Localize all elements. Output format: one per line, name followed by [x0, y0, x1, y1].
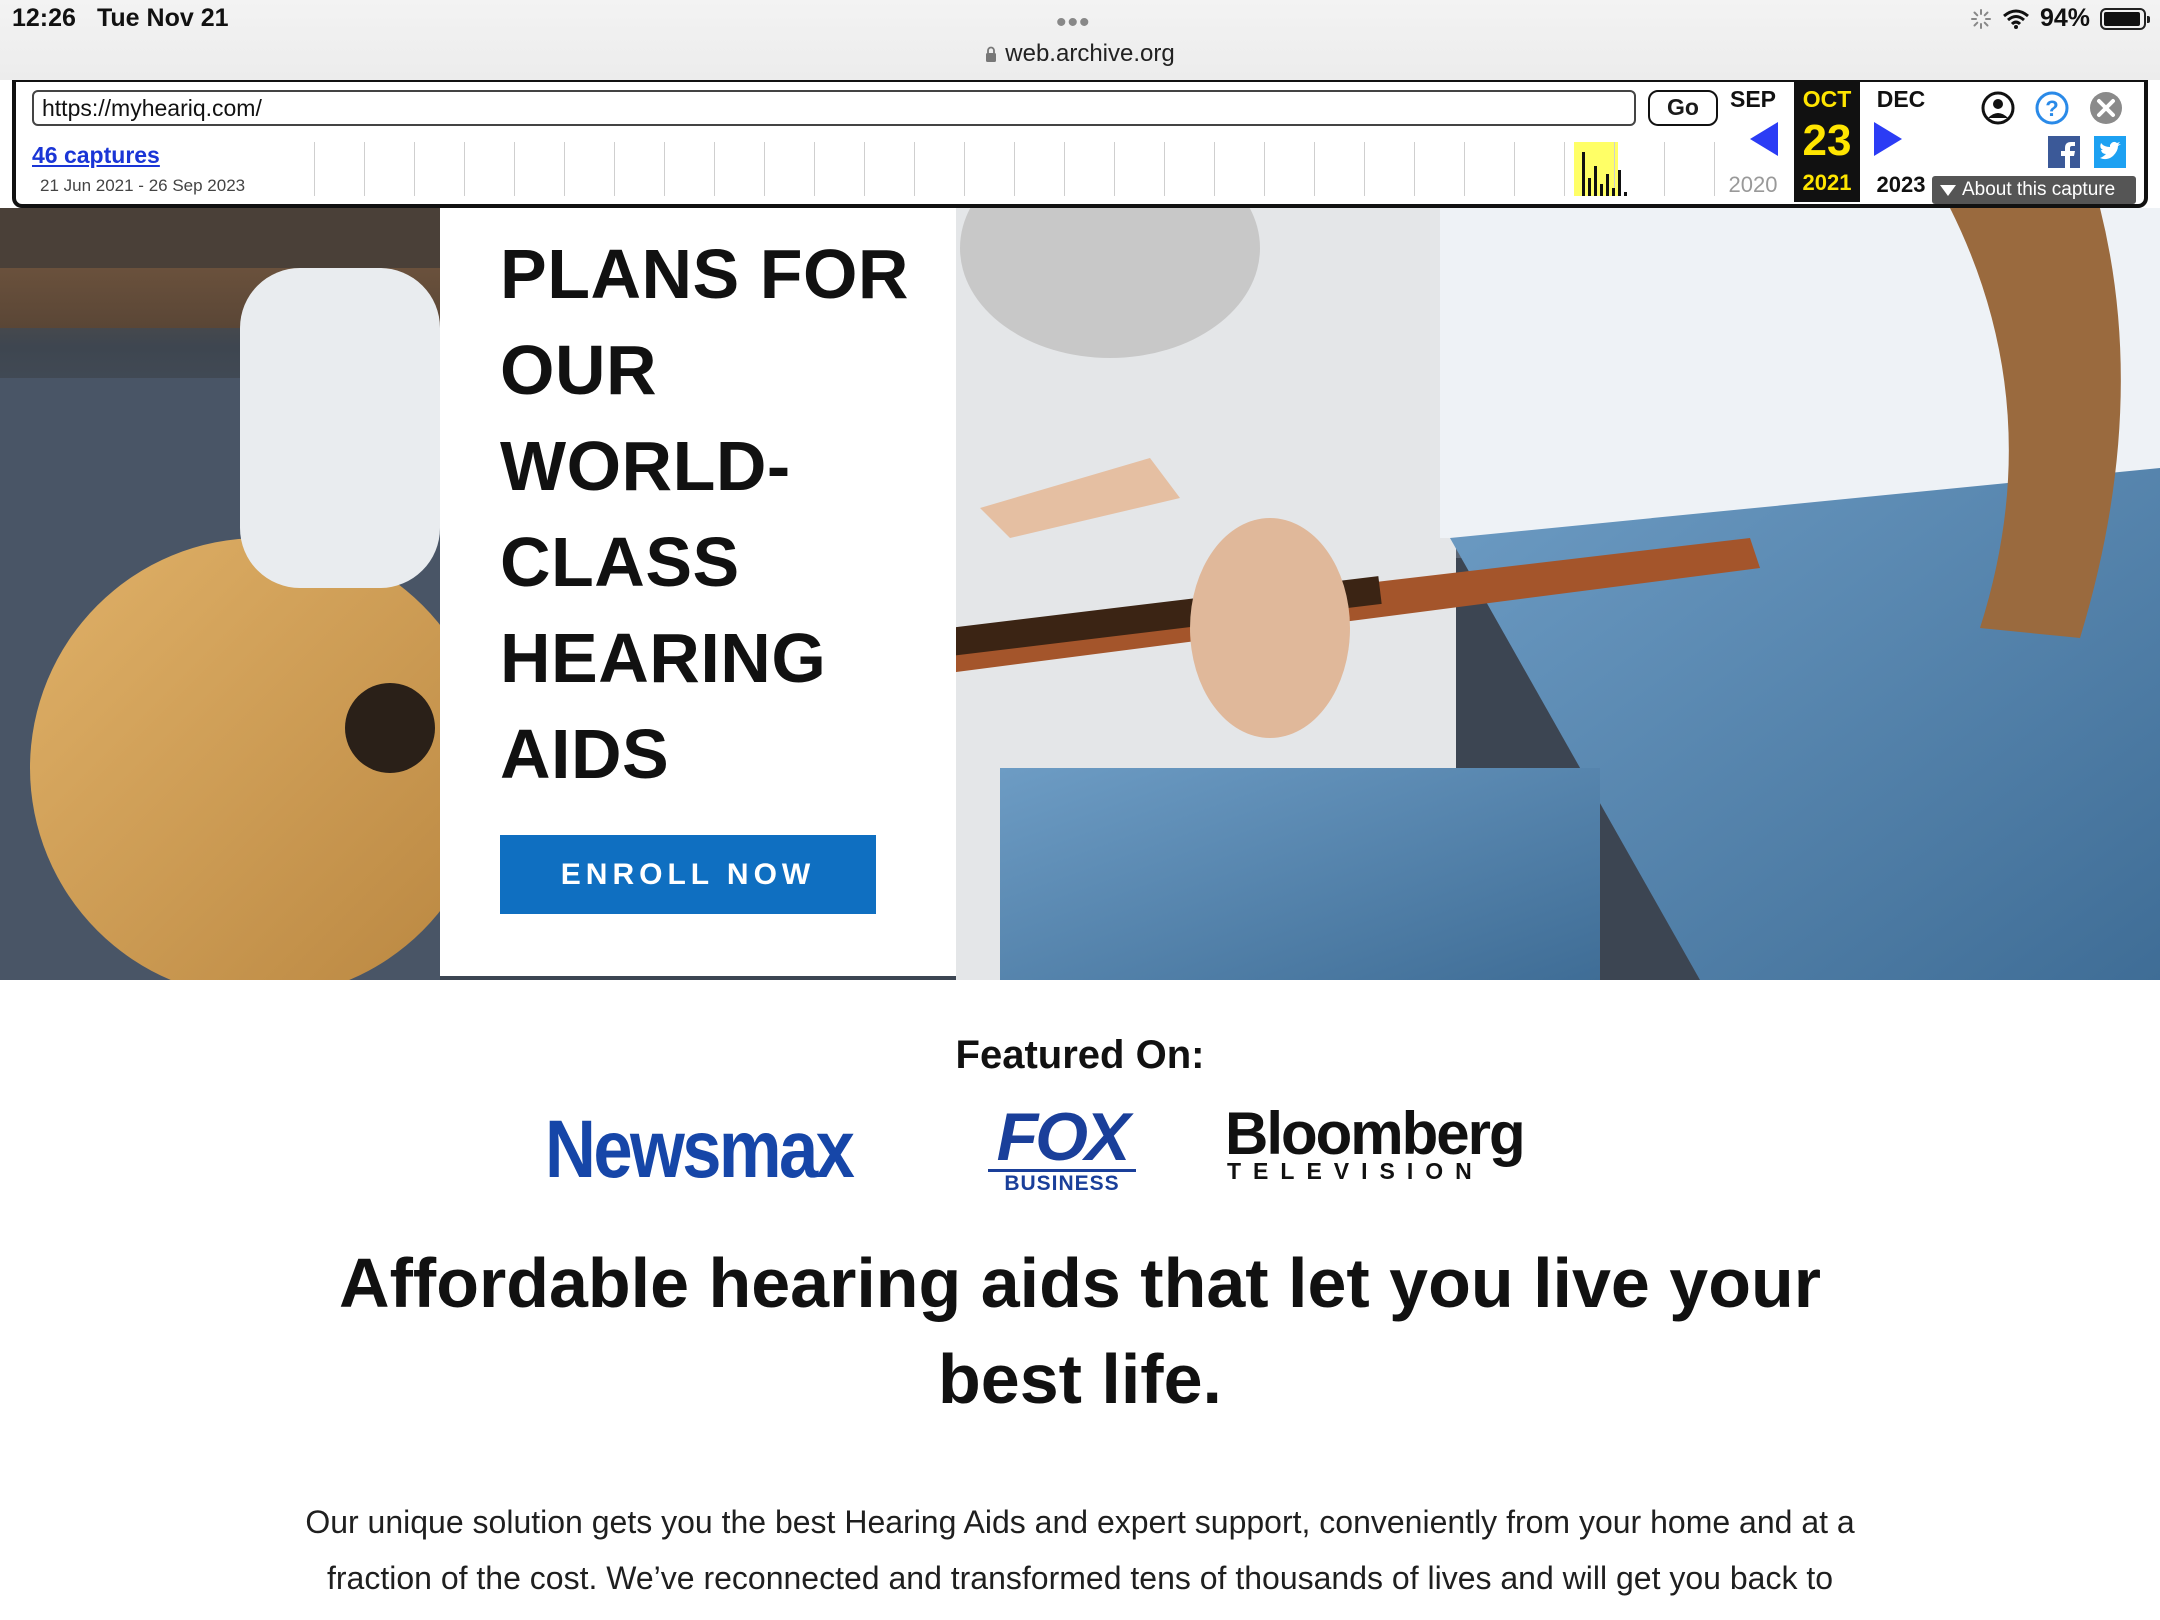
- prev-month-label[interactable]: SEP: [1720, 86, 1786, 113]
- enroll-now-button[interactable]: ENROLL NOW: [500, 835, 876, 914]
- timeline-capture-bar: [1624, 192, 1627, 196]
- battery-level: [2104, 11, 2140, 26]
- current-day: 23: [1802, 116, 1852, 165]
- loading-spinner-icon: [1970, 8, 1991, 29]
- capture-date-range: 21 Jun 2021 - 26 Sep 2023: [40, 176, 246, 195]
- prev-year-label[interactable]: 2020: [1720, 172, 1786, 198]
- timeline-tick: [764, 142, 765, 196]
- timeline-capture-bar: [1600, 184, 1603, 196]
- address-bar[interactable]: web.archive.org: [0, 40, 2160, 68]
- wayback-url-input[interactable]: [32, 90, 1636, 126]
- bloomberg-logo-main: Bloomberg: [1225, 1100, 1526, 1167]
- timeline-tick: [414, 142, 415, 196]
- timeline-tick: [1214, 142, 1215, 196]
- lock-icon: [986, 46, 997, 62]
- timeline-tick: [564, 142, 565, 196]
- fox-business-logo: FOX BUSINESS: [988, 1099, 1136, 1196]
- battery-percentage: 94%: [2039, 4, 2090, 32]
- twitter-icon[interactable]: [2094, 136, 2126, 168]
- multitasking-dots-icon[interactable]: •••: [1056, 6, 1091, 40]
- timeline-tick: [1414, 142, 1415, 196]
- timeline-tick: [1064, 142, 1065, 196]
- timeline-tick: [664, 142, 665, 196]
- timeline-tick: [864, 142, 865, 196]
- timeline-capture-bar: [1594, 166, 1597, 196]
- tagline: Affordable hearing aids that let you liv…: [339, 1244, 1821, 1418]
- timeline-tick: [1264, 142, 1265, 196]
- status-bar: 12:26 Tue Nov 21 ••• web.archive.org 94%: [0, 0, 2160, 80]
- status-time: 12:26: [12, 4, 76, 32]
- bloomberg-television-logo: Bloomberg TELEVISION: [1225, 1104, 1535, 1185]
- battery-icon: [2100, 7, 2150, 30]
- timeline-tick: [1664, 142, 1665, 196]
- hero-banner: PLANS FOR OUR WORLD- CLASS HEARING AIDS …: [0, 208, 2160, 980]
- timeline-tick: [1114, 142, 1115, 196]
- featured-on-heading: Featured On:: [955, 1033, 1205, 1077]
- hero-heading: PLANS FOR OUR WORLD- CLASS HEARING AIDS: [500, 235, 909, 793]
- timeline-tick: [1714, 142, 1715, 196]
- next-capture-arrow-icon[interactable]: [1874, 122, 1902, 156]
- timeline-tick: [514, 142, 515, 196]
- dropdown-triangle-icon: [1940, 185, 1956, 196]
- hero-photo: [0, 208, 2160, 980]
- timeline-tick: [814, 142, 815, 196]
- about-capture-label: About this capture: [1962, 179, 2116, 200]
- facebook-icon[interactable]: [2048, 136, 2080, 168]
- timeline-capture-bar: [1582, 152, 1585, 196]
- fox-logo-main: FOX: [996, 1099, 1131, 1175]
- timeline-capture-bar: [1612, 188, 1615, 196]
- fox-logo-sub: BUSINESS: [988, 1169, 1136, 1196]
- timeline-tick: [1564, 142, 1565, 196]
- timeline-tick: [314, 142, 315, 196]
- hero-card: PLANS FOR OUR WORLD- CLASS HEARING AIDS …: [440, 208, 956, 976]
- current-year: 2021: [1802, 170, 1852, 195]
- next-month-label[interactable]: DEC: [1868, 86, 1934, 113]
- status-date: Tue Nov 21: [97, 4, 229, 32]
- address-bar-url: web.archive.org: [1005, 40, 1175, 67]
- close-icon[interactable]: [2088, 90, 2124, 126]
- timeline-capture-bar: [1588, 178, 1591, 196]
- help-icon[interactable]: ?: [2034, 90, 2070, 126]
- intro-paragraph: Our unique solution gets you the best He…: [305, 1504, 1855, 1596]
- timeline-tick: [964, 142, 965, 196]
- about-capture-button[interactable]: About this capture: [1932, 176, 2136, 204]
- timeline-tick: [1314, 142, 1315, 196]
- next-year-label[interactable]: 2023: [1868, 172, 1934, 198]
- current-month: OCT: [1802, 86, 1852, 112]
- captures-link[interactable]: 46 captures: [32, 142, 160, 169]
- timeline-tick: [1364, 142, 1365, 196]
- timeline-tick: [1164, 142, 1165, 196]
- capture-timeline[interactable]: [314, 142, 1732, 196]
- newsmax-logo: Newsmax: [545, 1104, 855, 1195]
- timeline-tick: [1014, 142, 1015, 196]
- status-indicators: 94%: [1970, 4, 2150, 33]
- timeline-tick: [614, 142, 615, 196]
- prev-capture-arrow-icon[interactable]: [1750, 122, 1778, 156]
- timeline-tick: [364, 142, 365, 196]
- current-capture-date: OCT 23 2021: [1794, 82, 1860, 202]
- user-account-icon[interactable]: [1980, 90, 2016, 126]
- go-button[interactable]: Go: [1648, 90, 1718, 126]
- wayback-toolbar: Go 46 captures 21 Jun 2021 - 26 Sep 2023…: [12, 80, 2148, 208]
- timeline-tick: [1514, 142, 1515, 196]
- timeline-capture-bar: [1606, 174, 1609, 196]
- timeline-tick: [914, 142, 915, 196]
- timeline-tick: [464, 142, 465, 196]
- timeline-tick: [714, 142, 715, 196]
- timeline-capture-bar: [1618, 170, 1621, 196]
- svg-text:?: ?: [2045, 96, 2058, 121]
- timeline-tick: [1464, 142, 1465, 196]
- wifi-icon: [2002, 9, 2029, 29]
